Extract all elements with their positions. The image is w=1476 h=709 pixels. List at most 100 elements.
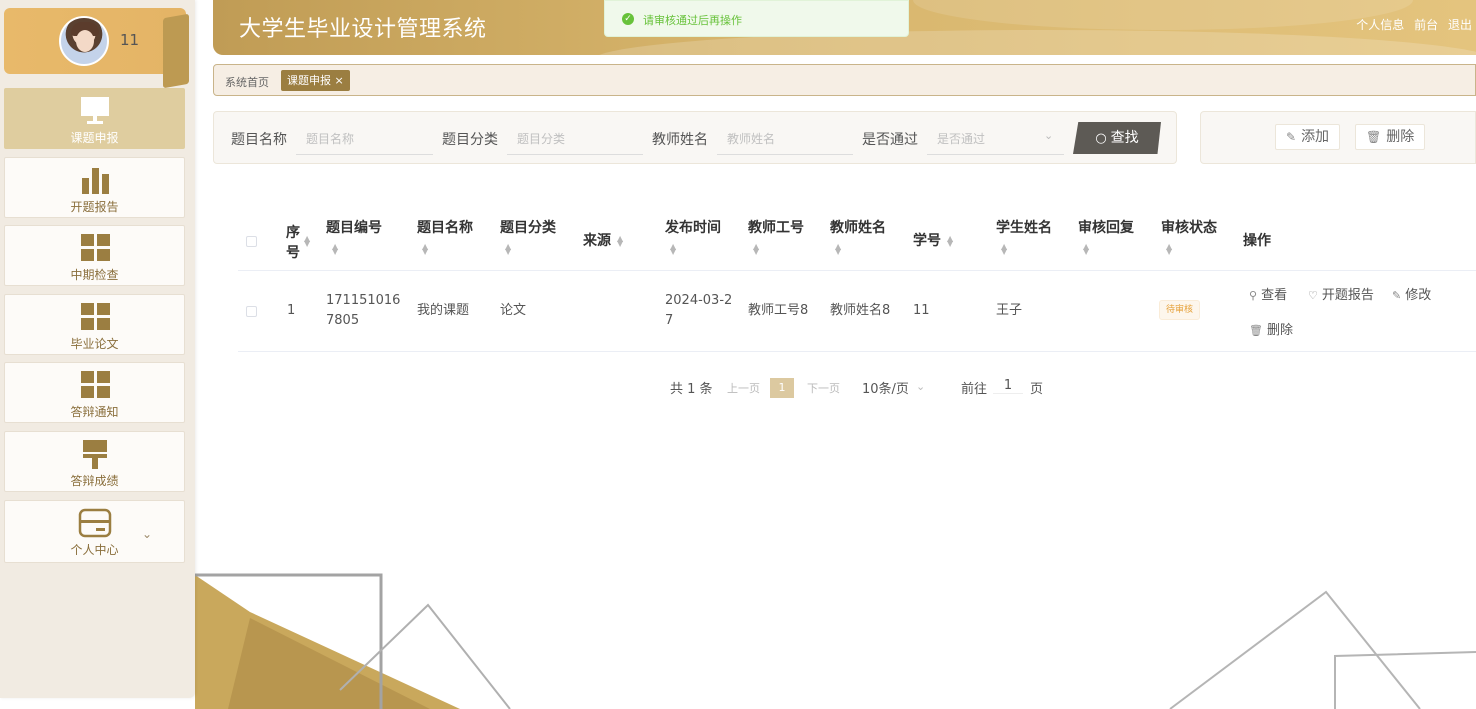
cell-teacher-id: 教师工号8 (748, 303, 809, 318)
sidebar-item-label: 开题报告 (70, 200, 119, 214)
add-button[interactable]: ✎ 添加 (1275, 124, 1341, 150)
topic-name-label: 题目名称 (231, 132, 287, 148)
card-icon (78, 508, 111, 538)
sort-icon[interactable]: ▲ ▼ (304, 235, 310, 248)
profile-link[interactable]: 个人信息 (1356, 18, 1404, 32)
teacher-name-label: 教师姓名 (652, 132, 708, 148)
header-student-name: 学生姓名 (996, 220, 1052, 236)
header-seq: 序号 (286, 223, 300, 263)
sidebar-item-defense-score[interactable]: 答辩成绩 (4, 431, 185, 492)
view-label: 查看 (1261, 288, 1288, 303)
status-badge: 待审核 (1159, 300, 1201, 320)
goto-label: 前往 (961, 382, 988, 397)
header-seq-line1: 序 (286, 225, 300, 241)
cell-name: 我的课题 (417, 303, 470, 318)
cell-publish-time: 2024-03-2 7 (665, 291, 732, 331)
sort-icon[interactable]: ▲ ▼ (1083, 243, 1089, 256)
cell-seq: 1 (287, 303, 296, 318)
tag-home[interactable]: 系统首页 (225, 74, 269, 90)
sidebar-item-midterm-check[interactable]: 中期检查 (4, 225, 185, 286)
action-panel: ✎ 添加 🗑 删除 (1200, 111, 1476, 164)
sidebar-item-label: 毕业论文 (70, 337, 119, 351)
pager-total: 共 1 条 (670, 382, 713, 397)
sort-icon[interactable]: ▲ ▼ (1001, 243, 1007, 256)
sidebar-item-label: 答辩成绩 (70, 474, 119, 488)
edit-button[interactable]: ✎ 修改 (1392, 284, 1431, 303)
topic-category-label: 题目分类 (442, 132, 498, 148)
next-page-button[interactable]: 下一页 (807, 380, 840, 396)
sidebar-item-topic-apply[interactable]: 课题申报 (4, 88, 185, 149)
current-page[interactable]: 1 (770, 378, 794, 398)
row-delete-button[interactable]: 🗑 删除 (1249, 319, 1293, 338)
cell-code-line2: 7805 (326, 313, 360, 328)
grid-icon (80, 234, 110, 261)
background-decoration (195, 573, 1476, 709)
topic-name-input[interactable] (296, 124, 433, 155)
header-category: 题目分类 (500, 220, 556, 236)
header-links: 个人信息 前台 退出 (1350, 16, 1472, 33)
check-circle-icon: ✓ (622, 13, 634, 25)
teacher-name-input[interactable] (717, 124, 853, 155)
tag-active[interactable]: 课题申报 × (281, 70, 350, 91)
sidebar-item-personal-center[interactable]: 个人中心 ⌄ (4, 500, 185, 563)
chevron-down-icon[interactable]: ⌄ (142, 527, 152, 541)
cell-time-line1: 2024-03-2 (665, 293, 733, 308)
view-button[interactable]: ⚲ 查看 (1249, 284, 1287, 303)
front-link[interactable]: 前台 (1414, 18, 1438, 32)
sort-icon[interactable]: ▲ ▼ (422, 243, 428, 256)
add-button-label: 添加 (1301, 129, 1330, 145)
user-card[interactable]: 11 (4, 8, 189, 89)
page-size-select[interactable]: 10条/页 (862, 378, 909, 397)
header-publish-time: 发布时间 (665, 220, 721, 236)
cell-code: 171151016 7805 (326, 291, 400, 331)
grid-icon (80, 371, 110, 398)
tag-bar: 系统首页 课题申报 × (213, 64, 1476, 96)
header-name: 题目名称 (417, 220, 473, 236)
heart-icon: ♡ (1308, 289, 1318, 302)
user-card-fold (163, 13, 189, 89)
cell-code-line1: 171151016 (326, 293, 401, 308)
sort-icon[interactable]: ▲ ▼ (505, 243, 511, 256)
search-button-label: 查找 (1110, 130, 1139, 146)
sort-icon[interactable]: ▲ ▼ (617, 235, 623, 248)
sort-icon[interactable]: ▲ ▼ (753, 243, 759, 256)
sidebar-item-defense-notice[interactable]: 答辩通知 (4, 362, 185, 423)
monitor-icon (80, 97, 109, 124)
topic-category-input[interactable] (507, 124, 643, 155)
header-source: 来源 (583, 233, 611, 249)
sort-icon[interactable]: ▲ ▼ (670, 243, 676, 256)
opening-report-button[interactable]: ♡ 开题报告 (1308, 284, 1374, 303)
header-review-reply: 审核回复 (1078, 220, 1134, 236)
sort-icon[interactable]: ▲ ▼ (1166, 243, 1172, 256)
site-title: 大学生毕业设计管理系统 (239, 17, 487, 42)
sort-icon[interactable]: ▲ ▼ (947, 235, 953, 248)
delete-button[interactable]: 🗑 删除 (1355, 124, 1426, 150)
sidebar-item-opening-report[interactable]: 开题报告 (4, 157, 185, 218)
logout-link[interactable]: 退出 (1448, 18, 1472, 32)
search-icon: ○ (1095, 131, 1107, 146)
sidebar-item-thesis[interactable]: 毕业论文 (4, 294, 185, 355)
cell-student-name: 王子 (996, 303, 1023, 318)
page-unit-label: 页 (1030, 382, 1044, 397)
success-toast: ✓ 请审核通过后再操作 (604, 0, 909, 37)
sort-icon[interactable]: ▲ ▼ (835, 243, 841, 256)
header-seq-line2: 号 (286, 245, 300, 261)
table-header: 序号 ▲ ▼ 题目编号 ▲ ▼ 题目名称 ▲ ▼ 题目分类 ▲ ▼ 来源 ▲ ▼ 发布时间… (238, 210, 1476, 271)
cell-category: 论文 (500, 303, 527, 318)
prev-page-button[interactable]: 上一页 (727, 380, 760, 396)
report-label: 开题报告 (1321, 288, 1374, 303)
row-checkbox[interactable] (246, 306, 257, 317)
delete-label: 删除 (1266, 323, 1293, 338)
header-teacher-name: 教师姓名 (830, 220, 886, 236)
chevron-down-icon: ⌄ (916, 380, 926, 393)
sidebar: 11 课题申报 开题报告 中期检查 毕业论文 答辩通知 答辩成绩 个人中心 ⌄ (0, 0, 195, 698)
goto-page-input[interactable]: 1 (993, 378, 1023, 394)
bar-chart-icon (81, 168, 109, 194)
select-all-checkbox[interactable] (246, 236, 257, 247)
avatar (59, 16, 109, 66)
sort-icon[interactable]: ▲ ▼ (332, 243, 338, 256)
trash-icon: 🗑 (1249, 324, 1263, 337)
search-button[interactable]: ○ 查找 (1073, 122, 1161, 154)
table-row: 1 171151016 7805 我的课题 论文 2024-03-2 7 教师工号8… (238, 271, 1476, 352)
cell-student-no: 11 (913, 303, 930, 318)
